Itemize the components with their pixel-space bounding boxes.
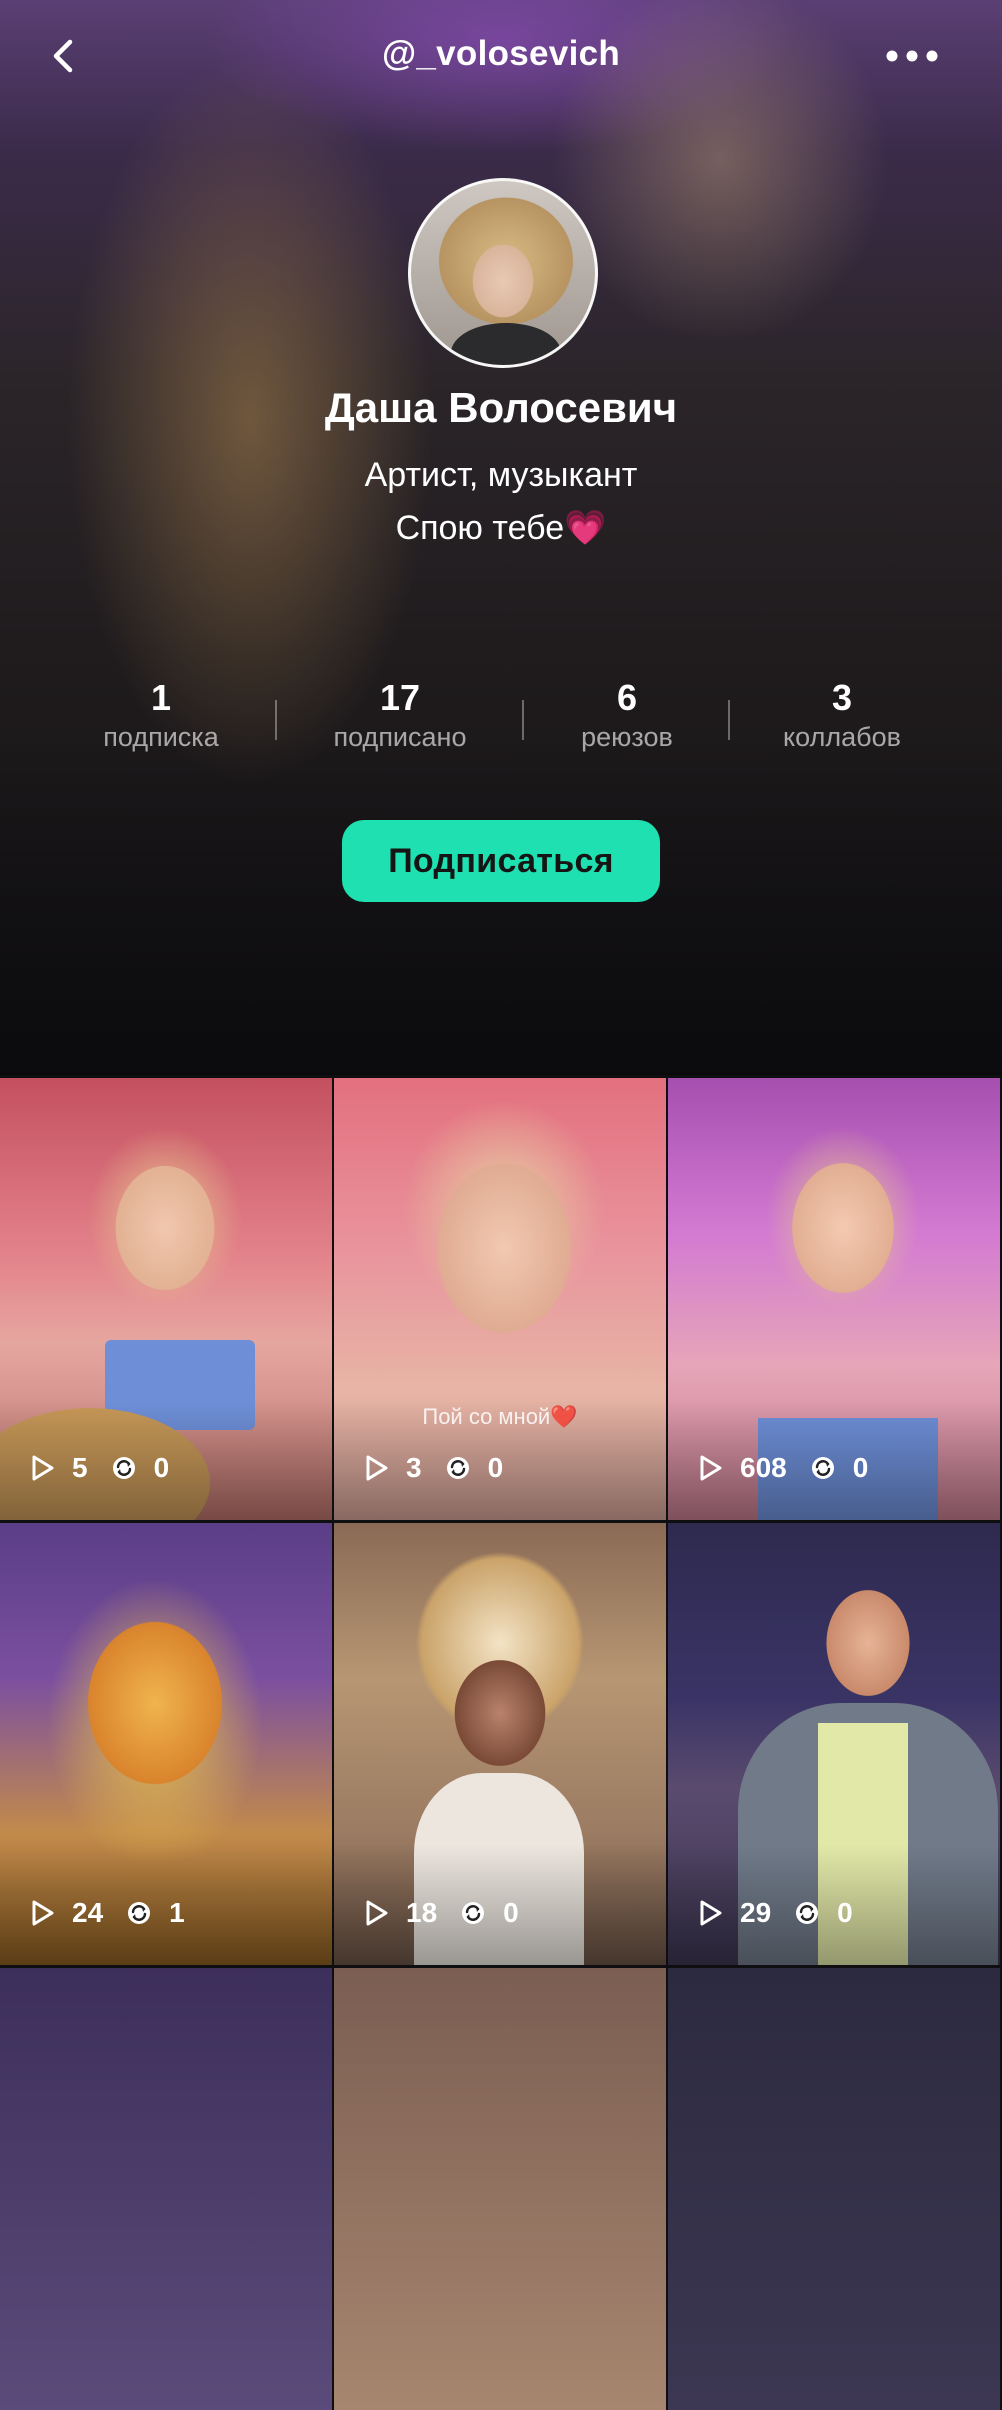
video-stats: 3 0: [362, 1450, 525, 1486]
repeat-icon: [809, 1454, 837, 1482]
video-tile[interactable]: [0, 1968, 332, 2410]
video-stats: 24 1: [28, 1895, 207, 1931]
hero-shade: [0, 735, 1002, 1075]
repeat-icon: [125, 1899, 153, 1927]
play-icon: [28, 1454, 56, 1482]
subscribe-button[interactable]: Подписаться: [342, 820, 660, 902]
stat-label: коллабов: [783, 722, 901, 752]
video-tile[interactable]: [334, 1968, 666, 2410]
video-tile[interactable]: 24 1: [0, 1523, 332, 1965]
stat-divider: [275, 700, 277, 740]
video-stats: 5 0: [28, 1450, 191, 1486]
stat-value: 3: [831, 677, 853, 718]
stat-label: подписано: [333, 722, 467, 752]
stat-divider: [522, 700, 524, 740]
video-caption: Пой со мной❤️: [422, 1404, 578, 1429]
avatar[interactable]: [408, 178, 598, 368]
stat-value: 6: [616, 677, 638, 718]
stat-value: 17: [379, 677, 421, 718]
profile-bio-line-1: Артист, музыкант: [364, 456, 638, 494]
stat-label: реюзов: [581, 722, 673, 752]
reuse-count: 1: [169, 1897, 185, 1928]
video-tile[interactable]: 29 0: [668, 1523, 1000, 1965]
avatar-shoulder: [451, 323, 561, 365]
play-count: 3: [406, 1452, 422, 1483]
profile-stats: 1 подписка 17 подписано 6 реюзов 3 колла…: [0, 676, 1002, 766]
reuse-count: 0: [503, 1897, 519, 1928]
more-horizontal-icon: [886, 50, 938, 62]
reuse-count: 0: [487, 1452, 504, 1483]
more-button[interactable]: [880, 36, 944, 76]
reuse-count: 0: [837, 1897, 853, 1928]
stat-divider: [728, 700, 730, 740]
video-stats: 29 0: [696, 1895, 875, 1931]
repeat-icon: [444, 1454, 472, 1482]
profile-bio-line-2: Спою тебе💗: [395, 509, 607, 547]
play-icon: [362, 1454, 390, 1482]
stat-subscriptions[interactable]: 1 подписка: [86, 676, 236, 754]
stat-collabs[interactable]: 3 коллабов: [762, 676, 922, 754]
video-stats: 18 0: [362, 1895, 541, 1931]
repeat-icon: [793, 1899, 821, 1927]
video-tile[interactable]: [668, 1968, 1000, 2410]
play-count: 608: [740, 1452, 787, 1483]
reuse-count: 0: [852, 1452, 869, 1483]
profile-name: Даша Волосевич: [324, 384, 678, 431]
play-icon: [696, 1454, 724, 1482]
repeat-icon: [110, 1454, 138, 1482]
stat-value: 1: [150, 677, 172, 718]
play-icon: [28, 1899, 56, 1927]
repeat-icon: [459, 1899, 487, 1927]
top-bar: @_volosevich: [0, 0, 1002, 112]
stat-reuses[interactable]: 6 реюзов: [557, 676, 697, 754]
video-tile[interactable]: 608 0: [668, 1078, 1000, 1520]
stat-subscribers[interactable]: 17 подписано: [319, 676, 481, 754]
video-tile[interactable]: 5 0: [0, 1078, 332, 1520]
video-tile[interactable]: Пой со мной❤️ 3 0: [334, 1078, 666, 1520]
play-count: 24: [72, 1897, 104, 1928]
play-icon: [696, 1899, 724, 1927]
play-count: 29: [740, 1897, 772, 1928]
play-count: 18: [406, 1897, 438, 1928]
reuse-count: 0: [153, 1452, 170, 1483]
profile-header: @_volosevich Даша Волосевич Артист, музы…: [0, 0, 1002, 1075]
video-stats: 608 0: [696, 1450, 890, 1486]
play-icon: [362, 1899, 390, 1927]
play-count: 5: [72, 1452, 88, 1483]
stat-label: подписка: [103, 722, 219, 752]
profile-handle: @_volosevich: [381, 34, 621, 73]
video-tile[interactable]: 18 0: [334, 1523, 666, 1965]
